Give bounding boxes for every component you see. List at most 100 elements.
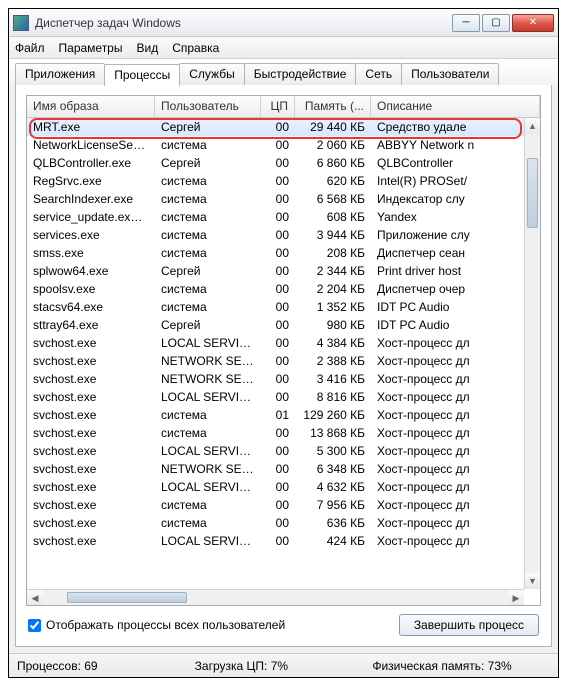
maximize-button[interactable]: ▢ [482,14,510,32]
cell-image: svchost.exe [27,443,155,459]
cell-desc: Хост-процесс дл [371,443,540,459]
table-row[interactable]: spoolsv.exeсистема002 204 КБДиспетчер оч… [27,280,540,298]
cell-user: система [155,407,261,423]
process-list[interactable]: Имя образа Пользователь ЦП Память (... О… [26,95,541,606]
tab-networking[interactable]: Сеть [355,63,402,85]
close-button[interactable]: ✕ [512,14,554,32]
menu-view[interactable]: Вид [136,41,158,55]
scroll-right-icon[interactable]: ▶ [508,590,524,605]
cell-image: MRT.exe [27,119,155,135]
col-mem[interactable]: Память (... [295,96,371,117]
table-row[interactable]: QLBController.exeСергей006 860 КБQLBCont… [27,154,540,172]
cell-image: spoolsv.exe [27,281,155,297]
tab-users[interactable]: Пользователи [401,63,499,85]
table-row[interactable]: svchost.exeNETWORK SERVI...003 416 КБХос… [27,370,540,388]
table-row[interactable]: svchost.exeсистема01129 260 КБХост-проце… [27,406,540,424]
cell-cpu: 00 [261,497,295,513]
cell-desc: Диспетчер сеан [371,245,540,261]
cell-cpu: 00 [261,479,295,495]
cell-user: система [155,245,261,261]
menu-options[interactable]: Параметры [59,41,123,55]
cell-user: LOCAL SERVICE [155,443,261,459]
tab-performance[interactable]: Быстродействие [244,63,357,85]
table-row[interactable]: svchost.exeсистема00636 КБХост-процесс д… [27,514,540,532]
scroll-up-icon[interactable]: ▲ [525,118,540,134]
table-row[interactable]: service_update.exe ...система00608 КБYan… [27,208,540,226]
cell-cpu: 00 [261,137,295,153]
table-row[interactable]: svchost.exeсистема007 956 КБХост-процесс… [27,496,540,514]
table-row[interactable]: svchost.exeNETWORK SERVI...002 388 КБХос… [27,352,540,370]
cell-image: svchost.exe [27,371,155,387]
table-row[interactable]: NetworkLicenseServ...система002 060 КБAB… [27,136,540,154]
cell-image: svchost.exe [27,353,155,369]
table-row[interactable]: svchost.exeLOCAL SERVICE004 384 КБХост-п… [27,334,540,352]
cell-desc: Print driver host [371,263,540,279]
menu-help[interactable]: Справка [172,41,219,55]
cell-mem: 8 816 КБ [295,389,371,405]
cell-desc: Хост-процесс дл [371,353,540,369]
cell-cpu: 00 [261,389,295,405]
col-desc[interactable]: Описание [371,96,540,117]
cell-cpu: 00 [261,173,295,189]
cell-user: система [155,299,261,315]
cell-user: система [155,227,261,243]
table-row[interactable]: svchost.exeLOCAL SERVICE005 300 КБХост-п… [27,442,540,460]
table-row[interactable]: RegSrvc.exeсистема00620 КБIntel(R) PROSe… [27,172,540,190]
cell-mem: 4 632 КБ [295,479,371,495]
cell-image: svchost.exe [27,479,155,495]
table-row[interactable]: splwow64.exeСергей002 344 КБPrint driver… [27,262,540,280]
cell-cpu: 00 [261,281,295,297]
table-row[interactable]: services.exeсистема003 944 КБПриложение … [27,226,540,244]
end-process-button[interactable]: Завершить процесс [399,614,539,636]
horizontal-scrollbar[interactable]: ◀ ▶ [27,589,524,605]
cell-image: svchost.exe [27,515,155,531]
cell-image: NetworkLicenseServ... [27,137,155,153]
menu-file[interactable]: Файл [15,41,45,55]
table-row[interactable]: svchost.exeNETWORK SERVI...006 348 КБХос… [27,460,540,478]
checkbox-input[interactable] [28,619,41,632]
cell-cpu: 00 [261,191,295,207]
cell-cpu: 01 [261,407,295,423]
cell-mem: 208 КБ [295,245,371,261]
cell-mem: 1 352 КБ [295,299,371,315]
scroll-thumb-h[interactable] [67,592,187,603]
cell-desc: Хост-процесс дл [371,461,540,477]
col-user[interactable]: Пользователь [155,96,261,117]
table-row[interactable]: svchost.exeLOCAL SERVICE008 816 КБХост-п… [27,388,540,406]
table-row[interactable]: svchost.exeсистема0013 868 КБХост-процес… [27,424,540,442]
cell-image: svchost.exe [27,407,155,423]
cell-cpu: 00 [261,533,295,549]
cell-user: LOCAL SERVICE [155,335,261,351]
tab-services[interactable]: Службы [179,63,244,85]
col-cpu[interactable]: ЦП [261,96,295,117]
scroll-down-icon[interactable]: ▼ [525,573,540,589]
cell-mem: 424 КБ [295,533,371,549]
tab-row: Приложения Процессы Службы Быстродействи… [9,59,558,85]
scroll-thumb[interactable] [527,158,538,228]
table-row[interactable]: SearchIndexer.exeсистема006 568 КБИндекс… [27,190,540,208]
table-row[interactable]: sttray64.exeСергей00980 КБIDT PC Audio [27,316,540,334]
col-image[interactable]: Имя образа [27,96,155,117]
cell-mem: 6 860 КБ [295,155,371,171]
table-row[interactable]: smss.exeсистема00208 КБДиспетчер сеан [27,244,540,262]
minimize-button[interactable]: ─ [452,14,480,32]
cell-image: QLBController.exe [27,155,155,171]
table-row[interactable]: svchost.exeLOCAL SERVICE00424 КБХост-про… [27,532,540,550]
show-all-users-checkbox[interactable]: Отображать процессы всех пользователей [28,618,285,632]
cell-user: система [155,209,261,225]
table-row[interactable]: MRT.exeСергей0029 440 КБСредство удале [27,118,540,136]
cell-image: svchost.exe [27,335,155,351]
cell-desc: Хост-процесс дл [371,533,540,549]
cell-user: система [155,515,261,531]
table-row[interactable]: stacsv64.exeсистема001 352 КБIDT PC Audi… [27,298,540,316]
scroll-left-icon[interactable]: ◀ [27,590,43,605]
vertical-scrollbar[interactable]: ▲ ▼ [524,118,540,589]
cell-mem: 2 060 КБ [295,137,371,153]
tab-applications[interactable]: Приложения [15,63,105,85]
cell-cpu: 00 [261,155,295,171]
tab-processes[interactable]: Процессы [104,64,180,86]
table-row[interactable]: svchost.exeLOCAL SERVICE004 632 КБХост-п… [27,478,540,496]
cell-cpu: 00 [261,263,295,279]
cell-desc: Хост-процесс дл [371,371,540,387]
cell-cpu: 00 [261,317,295,333]
